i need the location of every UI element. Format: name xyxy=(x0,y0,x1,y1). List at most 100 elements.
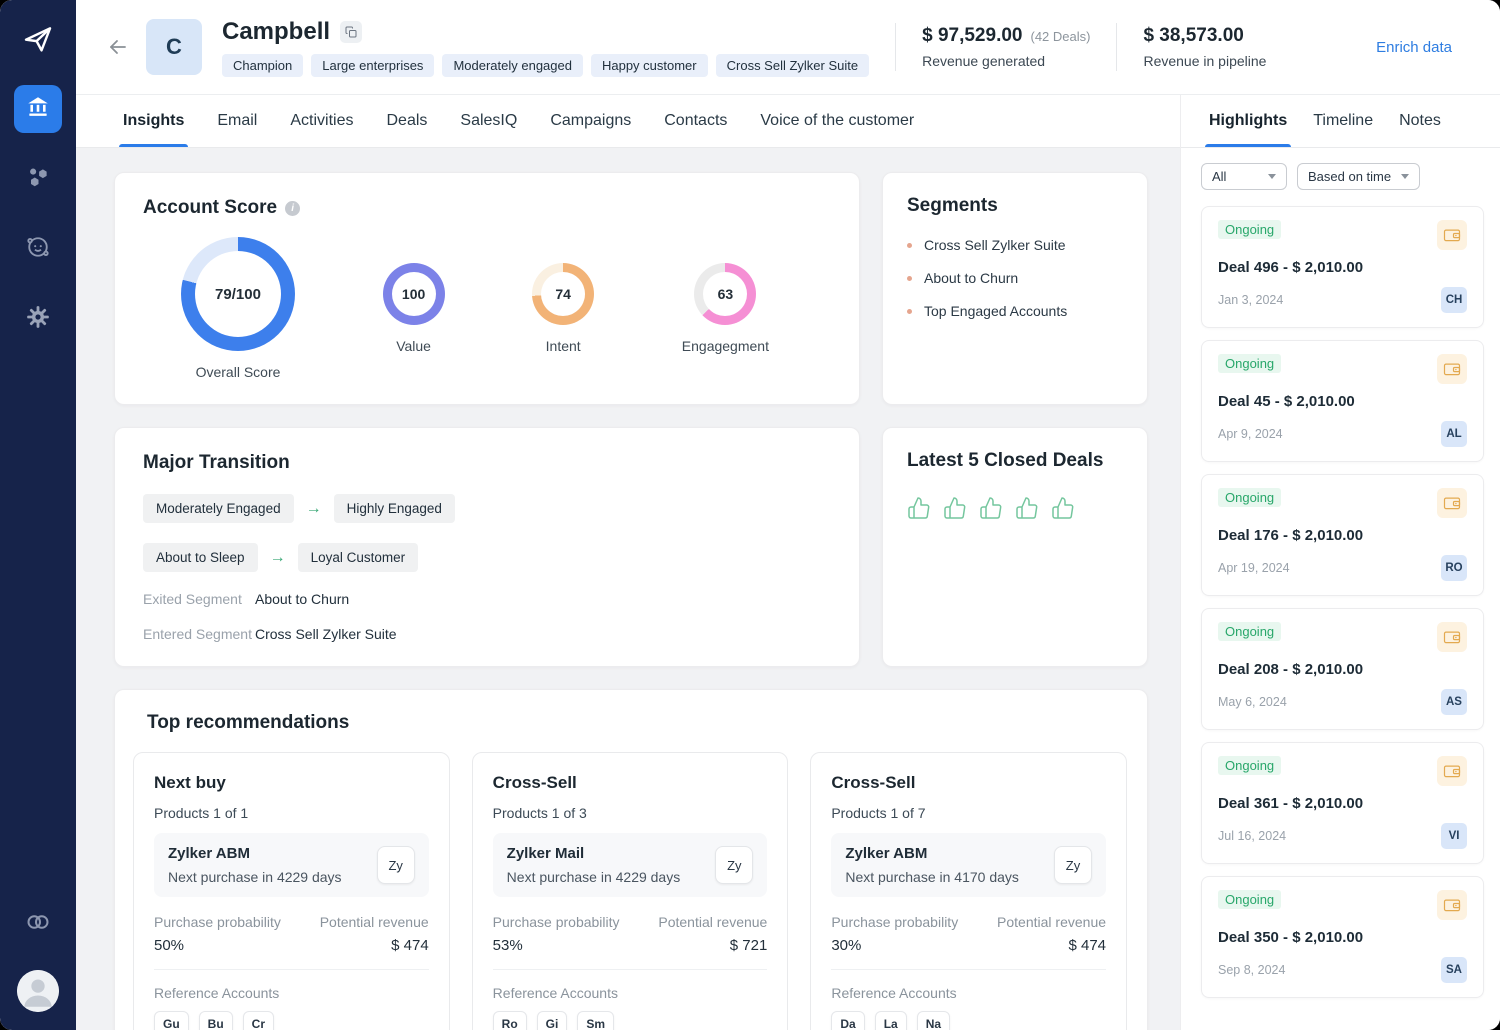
metric-engagement: 63 Engagegment xyxy=(682,263,769,354)
sidebar-item-segments[interactable] xyxy=(14,155,62,203)
top-recommendations-card: Top recommendations Next buy Products 1 … xyxy=(114,689,1148,1030)
tab-activities[interactable]: Activities xyxy=(290,95,353,147)
page-title: Campbell xyxy=(222,18,330,46)
thumbs-up-icon[interactable] xyxy=(907,496,931,525)
tab-contacts[interactable]: Contacts xyxy=(664,95,727,147)
revenue-pipeline-label: Revenue in pipeline xyxy=(1143,53,1266,69)
segment-item[interactable]: Top Engaged Accounts xyxy=(907,303,1123,319)
engagement-score-donut: 63 xyxy=(694,263,756,325)
copy-icon[interactable] xyxy=(340,21,362,43)
recommendation-type: Cross-Sell xyxy=(831,773,1106,793)
reference-account-chip[interactable]: La xyxy=(875,1011,907,1030)
segment-item[interactable]: About to Churn xyxy=(907,270,1123,286)
reference-account-chip[interactable]: Bu xyxy=(199,1011,233,1030)
send-logo-icon[interactable] xyxy=(21,22,55,61)
account-header: C Campbell Champion Large enterprises Mo… xyxy=(76,0,1500,95)
highlight-deal-card[interactable]: Ongoing Deal 496 - $ 2,010.00 Jan 3, 202… xyxy=(1201,206,1484,328)
arrow-right-icon: → xyxy=(270,549,286,567)
engagement-score-label: Engagegment xyxy=(682,338,769,354)
exited-segment-label: Exited Segment xyxy=(143,591,255,607)
thumbs-up-icon[interactable] xyxy=(943,496,967,525)
tab-email[interactable]: Email xyxy=(217,95,257,147)
sidebar-item-settings[interactable] xyxy=(14,295,62,343)
enrich-data-link[interactable]: Enrich data xyxy=(1376,39,1452,56)
status-badge: Ongoing xyxy=(1218,354,1281,373)
recommendation-type: Cross-Sell xyxy=(493,773,768,793)
entered-segment-label: Entered Segment xyxy=(143,626,255,642)
purchase-probability-value: 30% xyxy=(831,937,958,954)
potential-revenue-label: Potential revenue xyxy=(320,914,429,930)
filter-all-dropdown[interactable]: All xyxy=(1201,163,1287,190)
back-arrow-icon[interactable] xyxy=(100,29,136,65)
product-name: Zylker ABM xyxy=(168,845,342,862)
status-badge: Ongoing xyxy=(1218,488,1281,507)
overall-score-label: Overall Score xyxy=(196,364,281,380)
intent-score-value: 74 xyxy=(555,286,571,302)
deal-date: Jul 16, 2024 xyxy=(1218,829,1286,843)
metric-intent: 74 Intent xyxy=(532,263,594,354)
revenue-generated-label: Revenue generated xyxy=(922,53,1090,69)
sidebar-item-zia-assistant[interactable] xyxy=(14,225,62,273)
highlight-deal-card[interactable]: Ongoing Deal 361 - $ 2,010.00 Jul 16, 20… xyxy=(1201,742,1484,864)
reference-account-chip[interactable]: Da xyxy=(831,1011,864,1030)
module-tabs: Insights Email Activities Deals SalesIQ … xyxy=(76,95,1180,148)
linked-rings-icon[interactable] xyxy=(23,907,53,942)
overall-score-value: 79/100 xyxy=(215,286,261,303)
product-row[interactable]: Zylker ABM Next purchase in 4170 days Zy xyxy=(831,833,1106,897)
tab-highlights[interactable]: Highlights xyxy=(1209,95,1287,147)
score-donuts: 79/100 Overall Score 100 Value xyxy=(143,219,831,380)
product-row[interactable]: Zylker ABM Next purchase in 4229 days Zy xyxy=(154,833,429,897)
reference-account-chip[interactable]: Cr xyxy=(243,1011,274,1030)
app-window: C Campbell Champion Large enterprises Mo… xyxy=(0,0,1500,1030)
next-purchase-text: Next purchase in 4170 days xyxy=(845,869,1019,885)
tab-notes[interactable]: Notes xyxy=(1399,95,1441,147)
deal-title: Deal 361 - $ 2,010.00 xyxy=(1218,795,1467,812)
entered-segment-value: Cross Sell Zylker Suite xyxy=(255,626,397,642)
reference-account-chip[interactable]: Ro xyxy=(493,1011,527,1030)
segments-card: Segments Cross Sell Zylker Suite About t… xyxy=(882,172,1148,405)
user-avatar[interactable] xyxy=(17,970,59,1012)
deal-date: Sep 8, 2024 xyxy=(1218,963,1285,977)
reference-account-chip[interactable]: Gu xyxy=(154,1011,189,1030)
bank-icon xyxy=(25,94,51,125)
tab-insights[interactable]: Insights xyxy=(123,95,184,147)
highlight-deal-card[interactable]: Ongoing Deal 45 - $ 2,010.00 Apr 9, 2024… xyxy=(1201,340,1484,462)
bullet-dot xyxy=(907,309,912,314)
chevron-down-icon xyxy=(1268,174,1276,179)
tab-voice-of-the-customer[interactable]: Voice of the customer xyxy=(760,95,914,147)
account-score-card: Account Score i 79/100 Overall Score xyxy=(114,172,860,405)
panel-tabs: Highlights Timeline Notes xyxy=(1181,95,1500,148)
owner-initials-badge: SA xyxy=(1441,957,1467,983)
highlight-deal-card[interactable]: Ongoing Deal 176 - $ 2,010.00 Apr 19, 20… xyxy=(1201,474,1484,596)
product-name: Zylker ABM xyxy=(845,845,1019,862)
intent-score-donut: 74 xyxy=(532,263,594,325)
chevron-down-icon xyxy=(1401,174,1409,179)
product-row[interactable]: Zylker Mail Next purchase in 4229 days Z… xyxy=(493,833,768,897)
tab-salesiq[interactable]: SalesIQ xyxy=(460,95,517,147)
status-badge: Ongoing xyxy=(1218,220,1281,239)
reference-account-chip[interactable]: Gi xyxy=(537,1011,568,1030)
segment-item[interactable]: Cross Sell Zylker Suite xyxy=(907,237,1123,253)
product-initials-badge: Zy xyxy=(377,846,415,884)
highlight-deal-card[interactable]: Ongoing Deal 350 - $ 2,010.00 Sep 8, 202… xyxy=(1201,876,1484,998)
revenue-pipeline-block: $ 38,573.00 Revenue in pipeline xyxy=(1143,25,1266,69)
thumbs-up-icon[interactable] xyxy=(979,496,1003,525)
thumbs-up-icon[interactable] xyxy=(1051,496,1075,525)
sidebar-item-accounts[interactable] xyxy=(14,85,62,133)
reference-account-chip[interactable]: Na xyxy=(917,1011,950,1030)
reference-accounts-label: Reference Accounts xyxy=(493,985,768,1001)
tab-deals[interactable]: Deals xyxy=(386,95,427,147)
gear-icon xyxy=(25,304,51,335)
owner-initials-badge: CH xyxy=(1441,287,1467,313)
info-icon[interactable]: i xyxy=(285,201,300,216)
potential-revenue-value: $ 474 xyxy=(997,937,1106,954)
thumbs-up-icon[interactable] xyxy=(1015,496,1039,525)
sidebar xyxy=(0,0,76,1030)
tab-timeline[interactable]: Timeline xyxy=(1313,95,1373,147)
reference-account-chip[interactable]: Sm xyxy=(577,1011,614,1030)
filter-based-on-time-dropdown[interactable]: Based on time xyxy=(1297,163,1420,190)
highlight-deal-card[interactable]: Ongoing Deal 208 - $ 2,010.00 May 6, 202… xyxy=(1201,608,1484,730)
engagement-score-value: 63 xyxy=(718,286,734,302)
robot-assistant-icon xyxy=(24,233,52,266)
tab-campaigns[interactable]: Campaigns xyxy=(550,95,631,147)
